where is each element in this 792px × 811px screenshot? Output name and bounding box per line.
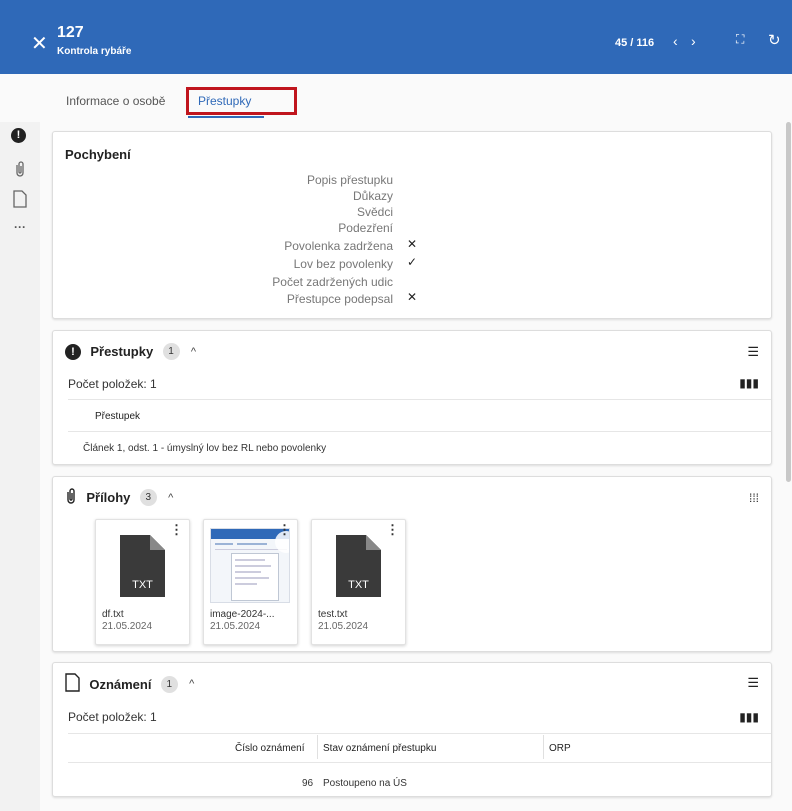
file-name: image-2024-... [210,609,275,620]
detail-label: Počet zadržených udic [272,275,393,289]
txt-file-icon: TXT [120,535,165,597]
column-header-prestupek[interactable]: Přestupek [95,411,140,422]
file-name: df.txt [102,609,124,620]
file-date: 21.05.2024 [210,621,261,632]
oznameni-title: Oznámení [89,676,152,692]
table-cell-cislo[interactable]: 96 [302,778,313,789]
document-icon [65,673,80,695]
divider [68,399,771,400]
prilohy-header: Přílohy 3 ^ [65,487,173,507]
chevron-up-icon[interactable]: ^ [189,678,194,690]
more-vertical-icon[interactable]: ⋮ [278,522,291,538]
column-header-cislo[interactable]: Číslo oznámení [235,743,304,754]
prestupky-title: Přestupky [90,344,154,359]
oznameni-header: Oznámení 1 ^ [65,673,194,693]
alert-icon[interactable]: ! [11,128,26,143]
record-type: Kontrola rybáře [57,46,132,57]
prestupky-card: ! Přestupky 1 ^ ☰ Počet položek: 1 ▮▮▮ P… [52,330,772,465]
more-vertical-icon[interactable]: ⋮ [386,522,399,538]
fullscreen-icon[interactable]: ⛶ [736,32,744,47]
more-vertical-icon[interactable]: ⋮ [170,522,183,538]
column-divider [317,735,318,759]
prilohy-card: Přílohy 3 ^ ⁞⁞⁞ ⋮ TXT df.txt 21.05.2024 [52,476,772,652]
divider [68,733,771,734]
column-divider [543,735,544,759]
file-date: 21.05.2024 [102,621,153,632]
prilohy-title: Přílohy [86,490,131,505]
chevron-up-icon[interactable]: ^ [168,492,173,504]
oznameni-card: Oznámení 1 ^ ☰ Počet položek: 1 ▮▮▮ Čísl… [52,662,772,797]
item-count: Počet položek: 1 [68,710,157,724]
table-cell-stav[interactable]: Postoupeno na ÚS [323,778,407,789]
count-badge: 1 [162,343,180,360]
column-header-stav[interactable]: Stav oznámení přestupku [323,743,436,754]
table-cell-prestupek[interactable]: Článek 1, odst. 1 - úmyslný lov bez RL n… [83,443,326,454]
pager-indicator: 45 / 116 [615,37,655,49]
file-date: 21.05.2024 [318,621,369,632]
refresh-icon[interactable]: ↻ [768,31,781,49]
detail-label: Popis přestupku [306,173,393,187]
scrollbar[interactable] [786,122,791,482]
chevron-left-icon[interactable]: ‹ [673,33,678,49]
cross-icon: ✕ [407,290,418,304]
cross-icon: ✕ [407,237,418,251]
pochybeni-title: Pochybení [65,147,131,162]
txt-file-icon: TXT [336,535,381,597]
side-rail: ! ··· [0,122,40,811]
file-kind-label: TXT [132,579,153,591]
prestupky-header: ! Přestupky 1 ^ [65,343,196,363]
divider [68,762,771,763]
check-icon: ✓ [407,255,418,269]
detail-label: Podezření [338,221,393,235]
list-view-icon[interactable]: ☰ [747,344,759,360]
attachment-tile[interactable]: ⋮ TXT df.txt 21.05.2024 [95,519,190,645]
detail-label: Svědci [356,205,393,219]
file-name: test.txt [318,609,348,620]
paperclip-icon[interactable] [10,160,30,180]
paperclip-icon [65,487,77,508]
count-badge: 3 [139,489,157,506]
detail-label: Lov bez povolenky [293,257,393,271]
active-tab-indicator [188,116,264,118]
detail-label: Důkazy [352,189,393,203]
close-icon[interactable]: ✕ [31,34,48,54]
top-bar: ✕ 127 Kontrola rybáře 45 / 116 ‹ › ⛶ ↻ [0,0,792,74]
more-icon[interactable]: ··· [10,220,30,240]
tab-bar: Informace o osobě Přestupky [52,74,792,122]
chevron-up-icon[interactable]: ^ [191,346,196,358]
list-view-icon[interactable]: ☰ [747,675,759,691]
columns-icon[interactable]: ▮▮▮ [739,376,759,390]
attachment-tile[interactable]: ⋮ image-2024-... 21.05.2024 [203,519,298,645]
file-kind-label: TXT [348,579,369,591]
pochybeni-card: Pochybení Popis přestupku Důkazy Svědci … [52,131,772,319]
tab-prestupky[interactable]: Přestupky [186,87,297,115]
detail-label: Povolenka zadržena [284,239,393,253]
column-header-orp[interactable]: ORP [549,743,571,754]
divider [68,431,771,432]
tab-informace-o-osobe[interactable]: Informace o osobě [66,94,165,108]
detail-label: Přestupce podepsal [286,292,393,306]
attachment-tile[interactable]: ⋮ TXT test.txt 21.05.2024 [311,519,406,645]
count-badge: 1 [160,675,178,693]
record-number: 127 [57,24,84,41]
document-icon[interactable] [10,190,30,210]
alert-icon: ! [65,343,81,360]
image-thumbnail [210,528,290,603]
chevron-right-icon[interactable]: › [691,33,696,49]
grid-view-icon[interactable]: ⁞⁞⁞ [749,491,759,505]
item-count: Počet položek: 1 [68,377,157,391]
columns-icon[interactable]: ▮▮▮ [739,710,759,724]
